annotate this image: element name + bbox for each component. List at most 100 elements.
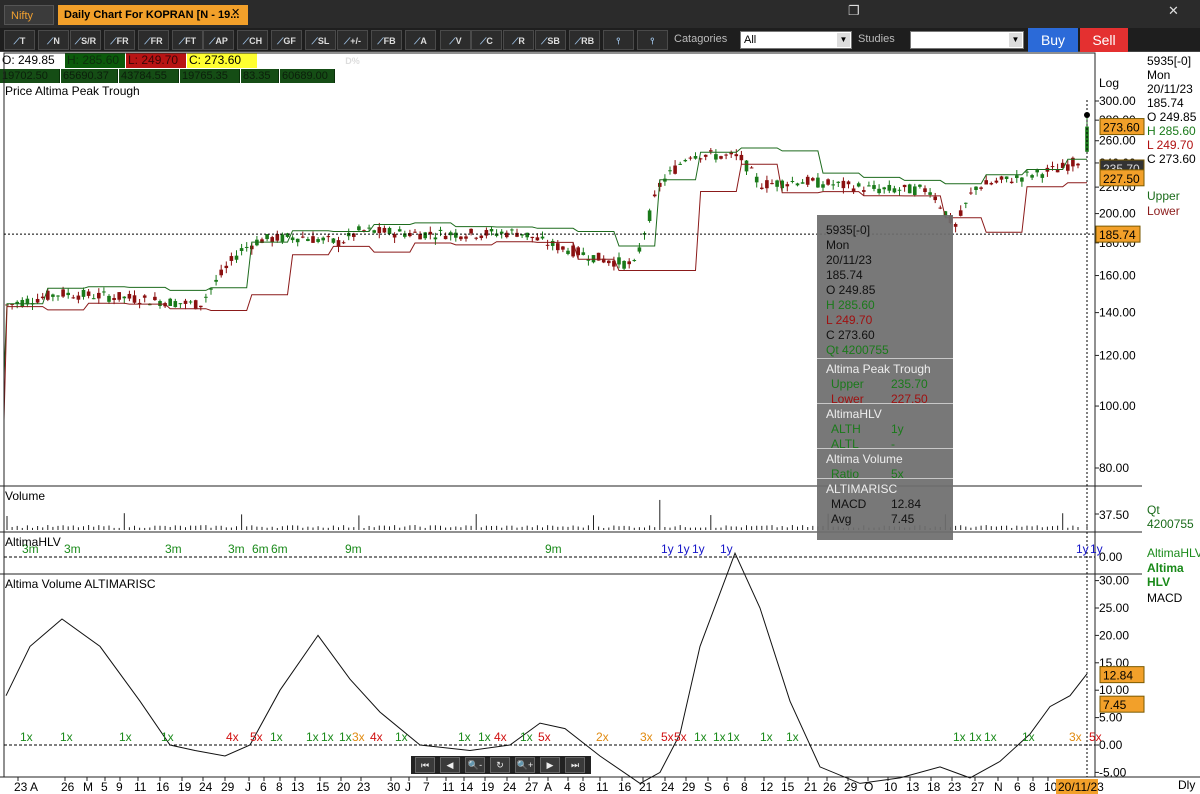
candle-body xyxy=(862,190,866,192)
candle-body xyxy=(499,231,504,234)
tool-label: T xyxy=(19,36,26,46)
tool-label: R xyxy=(518,36,525,46)
close-value: C: 273.60 xyxy=(187,53,257,68)
tool-line-button[interactable]: ⟋N xyxy=(38,30,69,50)
first-icon[interactable]: ⏮ xyxy=(415,757,435,773)
close-window-icon[interactable]: ✕ xyxy=(1168,3,1179,19)
restore-window-icon[interactable]: ❐ xyxy=(848,3,860,19)
categories-select[interactable]: All ▼ xyxy=(740,31,852,49)
reset-icon[interactable]: ↻ xyxy=(490,757,510,773)
xaxis-label: 15 xyxy=(781,780,795,794)
tool-ap-button[interactable]: ⟋AP xyxy=(203,30,234,50)
close-icon[interactable]: ✕ xyxy=(231,6,240,19)
tooltip-line: L 249.70 xyxy=(826,313,873,327)
studies-select[interactable]: ▼ xyxy=(910,31,1024,49)
candle-body xyxy=(923,188,927,192)
candle-body xyxy=(999,176,1004,180)
macd-legend: MACD xyxy=(1147,591,1183,605)
tool-hline-button[interactable]: ⫯ xyxy=(603,30,634,50)
tool-pct-button[interactable]: ⟋+/-D% xyxy=(337,30,368,66)
tool-sr-button[interactable]: ⟋S/R xyxy=(70,30,101,50)
price-tick-label: 260.00 xyxy=(1099,134,1136,148)
zoom-in-icon[interactable]: 🔍+ xyxy=(515,757,535,773)
low-value: L: 249.70 xyxy=(126,53,186,68)
tab-nifty[interactable]: Nifty xyxy=(4,5,54,25)
hlv-panel-title: AltimaHLV xyxy=(5,535,61,549)
candle-body xyxy=(989,183,994,185)
candle-body xyxy=(285,233,290,237)
candle-body xyxy=(1071,157,1075,167)
zoom-out-icon[interactable]: 🔍- xyxy=(465,757,485,773)
tooltip-line: 5935[-0] xyxy=(826,223,871,237)
next-icon[interactable]: ▶ xyxy=(540,757,560,773)
osc-tick-label: 30.00 xyxy=(1099,574,1129,588)
xaxis-label: 29 xyxy=(221,780,235,794)
candle-body xyxy=(469,228,473,234)
candle-body xyxy=(51,294,55,297)
tool-fb-button[interactable]: ⟋FB xyxy=(371,30,402,50)
stat-value: 60689.00 xyxy=(280,69,335,83)
candle-body xyxy=(239,248,244,251)
xaxis-label: 8 xyxy=(579,780,586,794)
candle-body xyxy=(204,296,208,298)
sell-button[interactable]: Sell xyxy=(1080,28,1128,52)
tool-ch-button[interactable]: ⟋CH xyxy=(237,30,268,50)
candle-body xyxy=(403,233,407,237)
log-scale-label[interactable]: Log xyxy=(1099,76,1119,90)
tool-rb-button[interactable]: ⟋RB xyxy=(569,30,600,50)
candle-body xyxy=(739,154,744,161)
candle-body xyxy=(301,236,305,238)
tool-label: SL xyxy=(317,36,330,46)
candle-body xyxy=(760,187,764,189)
price-tick-label: 120.00 xyxy=(1099,348,1136,362)
tool-fr2-button[interactable]: ⟋FR xyxy=(138,30,169,50)
volume-ratio-marker: 1x xyxy=(161,730,174,744)
tool-hline2-button[interactable]: ⫯ xyxy=(637,30,668,50)
tool-fr-button[interactable]: ⟋FR xyxy=(104,30,135,50)
candle-body xyxy=(474,237,478,239)
tool-v-button[interactable]: ⟋V xyxy=(440,30,471,50)
hlv-marker: 3m xyxy=(165,542,182,556)
candle-body xyxy=(984,180,988,185)
buy-button[interactable]: Buy xyxy=(1028,28,1078,52)
candle-body xyxy=(632,260,637,262)
volume-ratio-marker: 1x xyxy=(786,730,799,744)
xaxis-label: 16 xyxy=(156,780,170,794)
tool-pencil-button[interactable]: ⟋T xyxy=(4,30,35,50)
tab-daily-chart[interactable]: Daily Chart For KOPRAN [N - 19... xyxy=(58,5,248,25)
xaxis-label: 16 xyxy=(618,780,632,794)
candle-body xyxy=(448,232,453,236)
volume-ratio-marker: 1x xyxy=(339,730,352,744)
osc-tick-label: -5.00 xyxy=(1099,765,1127,779)
candle-body xyxy=(372,230,376,233)
tool-label: A xyxy=(420,36,427,46)
tool-sl-button[interactable]: ⟋SL xyxy=(305,30,336,50)
volume-ratio-marker: 1x xyxy=(60,730,73,744)
lower-legend: Lower xyxy=(1147,204,1180,218)
candle-body xyxy=(652,194,657,197)
tool-gf-button[interactable]: ⟋GF xyxy=(271,30,302,50)
categories-label: Catagories xyxy=(674,33,728,45)
candle-body xyxy=(510,229,514,231)
candle-body xyxy=(729,152,733,155)
candle-body xyxy=(596,252,601,261)
tooltip-line: H 285.60 xyxy=(826,298,875,312)
candle-body xyxy=(622,260,626,269)
candle-body xyxy=(693,156,698,159)
tool-ft-button[interactable]: ⟋FT xyxy=(172,30,203,50)
last-icon[interactable]: ⏭ xyxy=(565,757,585,773)
tool-circle-button[interactable]: ⟋C xyxy=(471,30,502,50)
tooltip-separator xyxy=(817,403,953,404)
crosshair-price-badge xyxy=(1095,225,1141,243)
tool-sb-button[interactable]: ⟋SB xyxy=(535,30,566,50)
tool-text-button[interactable]: ⟋A xyxy=(405,30,436,50)
candle-body xyxy=(387,227,392,234)
tool-rect-button[interactable]: ⟋R xyxy=(503,30,534,50)
candle-body xyxy=(341,242,346,244)
prev-icon[interactable]: ◀ xyxy=(440,757,460,773)
candle-body xyxy=(1085,126,1089,152)
candle-body xyxy=(530,236,535,239)
candle-body xyxy=(306,238,310,242)
xaxis-label: 14 xyxy=(460,780,474,794)
tool-label: C xyxy=(486,36,493,46)
